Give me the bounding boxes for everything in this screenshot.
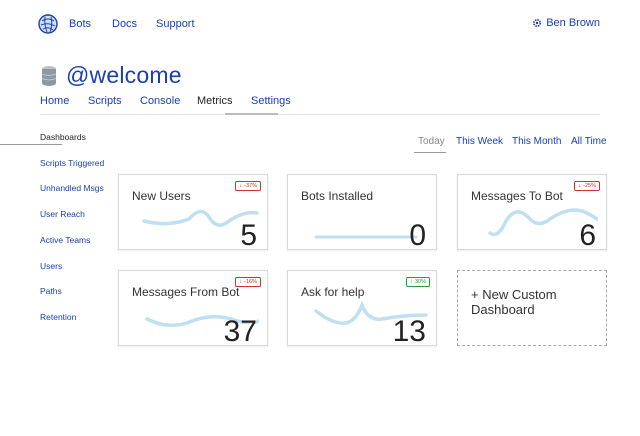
tab-bar: Home Scripts Console Metrics Settings: [40, 90, 600, 115]
tab-metrics[interactable]: Metrics: [197, 95, 232, 113]
trend-badge: ↓ -37%: [235, 181, 261, 191]
sidebar-item-dashboards[interactable]: Dashboards: [40, 132, 86, 142]
card-label: Bots Installed: [301, 189, 374, 203]
arrow-up-icon: ↑: [409, 279, 413, 285]
user-menu[interactable]: Ben Brown: [532, 17, 600, 29]
card-label: Messages To Bot: [471, 189, 563, 203]
tab-scripts[interactable]: Scripts: [88, 95, 122, 113]
card-new-users[interactable]: New Users ↓ -37% 5: [118, 174, 268, 250]
logo-icon[interactable]: [38, 14, 58, 34]
gear-icon: [533, 18, 542, 28]
new-custom-dashboard-button[interactable]: + New Custom Dashboard: [457, 270, 607, 346]
sidebar-item-users[interactable]: Users: [40, 261, 62, 271]
card-value: 5: [240, 219, 257, 250]
sidebar-item-scripts-triggered[interactable]: Scripts Triggered: [40, 158, 104, 168]
tab-settings[interactable]: Settings: [251, 95, 291, 113]
card-value: 0: [409, 219, 426, 250]
top-nav: Bots Docs Support Ben Brown: [0, 0, 640, 48]
range-all-time[interactable]: All Time: [571, 136, 607, 147]
nav-bots-link[interactable]: Bots: [69, 18, 91, 30]
range-this-week[interactable]: This Week: [456, 136, 503, 147]
card-messages-to-bot[interactable]: Messages To Bot ↓ -25% 6: [457, 174, 607, 250]
range-this-month[interactable]: This Month: [512, 136, 561, 147]
range-active-underline: [414, 152, 446, 153]
page-header: @welcome: [40, 62, 182, 89]
user-name: Ben Brown: [546, 17, 600, 29]
sidebar-active-underline: [0, 144, 62, 145]
page-title: @welcome: [66, 62, 182, 88]
trend-badge: ↓ -16%: [235, 277, 261, 287]
sidebar-item-unhandled-msgs[interactable]: Unhandled Msgs: [40, 183, 104, 193]
tab-console[interactable]: Console: [140, 95, 180, 113]
nav-support-link[interactable]: Support: [156, 18, 195, 30]
card-bots-installed[interactable]: Bots Installed 0: [287, 174, 437, 250]
card-label: New Users: [132, 189, 191, 203]
arrow-down-icon: ↓: [578, 183, 582, 189]
sidebar-item-retention[interactable]: Retention: [40, 312, 76, 322]
tab-home[interactable]: Home: [40, 95, 69, 113]
sidebar-item-user-reach[interactable]: User Reach: [40, 209, 85, 219]
card-value: 37: [223, 315, 257, 346]
arrow-down-icon: ↓: [239, 183, 243, 189]
card-ask-for-help[interactable]: Ask for help ↑ 30% 13: [287, 270, 437, 346]
card-messages-from-bot[interactable]: Messages From Bot ↓ -16% 37: [118, 270, 268, 346]
card-label: Ask for help: [301, 285, 365, 299]
nav-docs-link[interactable]: Docs: [112, 18, 137, 30]
card-value: 6: [579, 219, 596, 250]
range-today[interactable]: Today: [418, 136, 445, 147]
sidebar-item-paths[interactable]: Paths: [40, 286, 62, 296]
card-label: Messages From Bot: [132, 285, 240, 299]
trend-badge: ↑ 30%: [405, 277, 430, 287]
custom-dashboard-label: + New Custom Dashboard: [471, 287, 557, 317]
arrow-down-icon: ↓: [239, 279, 243, 285]
sidebar-item-active-teams[interactable]: Active Teams: [40, 235, 90, 245]
database-icon: [41, 65, 57, 86]
card-value: 13: [392, 315, 426, 346]
trend-badge: ↓ -25%: [574, 181, 600, 191]
